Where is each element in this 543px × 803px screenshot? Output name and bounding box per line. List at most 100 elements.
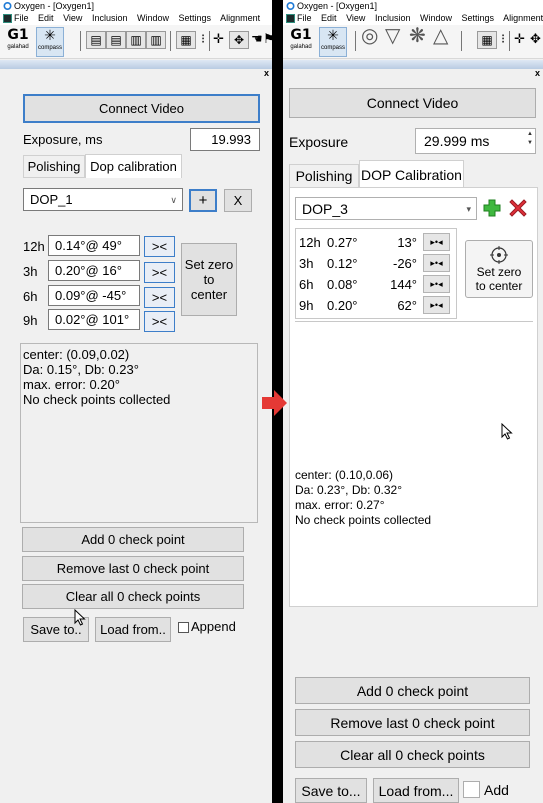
system-menu-icon[interactable] [286, 14, 295, 23]
dop-select[interactable]: DOP_3 ▾ [295, 197, 477, 220]
menu-settings[interactable]: Settings [462, 13, 495, 23]
galahad-mode-button[interactable]: G1 galahad [287, 27, 315, 57]
exposure-input[interactable]: 19.993 [190, 128, 260, 151]
diamond-round-icon[interactable]: ◎ [361, 26, 378, 46]
close-icon[interactable]: x [535, 68, 540, 78]
title-bar: Oxygen - [Oxygen1] [283, 0, 543, 12]
set-zero-to-center-button[interactable]: Set zero to center [181, 243, 237, 316]
menu-window[interactable]: Window [137, 13, 169, 23]
compass-mode-button[interactable]: ✳ compass [319, 27, 347, 57]
compass-icon: ✳ [327, 28, 339, 44]
row-12h-swap-button[interactable]: ▸•◂ [423, 233, 450, 251]
remove-last-check-point-button[interactable]: Remove last 0 check point [295, 709, 530, 736]
menu-inclusion[interactable]: Inclusion [375, 13, 411, 23]
add-check-point-button[interactable]: Add 0 check point [295, 677, 530, 704]
window-title: Oxygen - [Oxygen1] [14, 1, 95, 11]
vertical-bar-icon[interactable]: ⁝ [501, 30, 505, 48]
row-6h-label: 6h [299, 276, 314, 292]
dock-title-bar [0, 60, 272, 69]
row-12h-value: 0.27° [327, 234, 358, 250]
remove-last-check-point-button[interactable]: Remove last 0 check point [22, 556, 244, 581]
menu-window[interactable]: Window [420, 13, 452, 23]
load-from-button[interactable]: Load from.. [95, 617, 171, 642]
save-to-button[interactable]: Save to... [295, 778, 367, 803]
tab-polishing[interactable]: Polishing [289, 164, 359, 188]
set-zero-label: Set zero to center [475, 265, 523, 293]
clear-all-check-points-button[interactable]: Clear all 0 check points [22, 584, 244, 609]
tab-dop-calibration[interactable]: Dop calibration [85, 154, 182, 178]
divider-line [295, 321, 533, 322]
row-6h-value: 0.08° [327, 276, 358, 292]
menu-edit[interactable]: Edit [38, 13, 54, 23]
exposure-input[interactable]: 29.999 ms ▲ ▼ [415, 128, 536, 154]
add-checkbox[interactable] [463, 781, 480, 798]
menu-inclusion[interactable]: Inclusion [92, 13, 128, 23]
hand-icon[interactable]: ☚ [251, 30, 263, 48]
tab-dop-calibration[interactable]: DOP Calibration [359, 160, 464, 188]
layout-1-icon[interactable]: ▤ [86, 31, 106, 49]
row-6h-swap-button[interactable]: ▸•◂ [423, 275, 450, 293]
move-icon[interactable]: ✥ [229, 31, 249, 49]
menu-file[interactable]: File [14, 13, 29, 23]
red-right-arrow-icon [262, 390, 287, 416]
row-9h-swap-button[interactable]: >< [144, 311, 175, 332]
layout-2-icon[interactable]: ▤ [106, 31, 126, 49]
title-bar: Oxygen - [Oxygen1] [0, 0, 272, 12]
crosshair-icon[interactable]: ✛ [514, 30, 525, 48]
menu-view[interactable]: View [63, 13, 82, 23]
remove-dop-button[interactable]: X [224, 189, 252, 212]
swap-arrows-icon: ▸•◂ [430, 299, 443, 310]
tab-polishing[interactable]: Polishing [23, 155, 85, 178]
spinner-arrows-icon[interactable]: ▲ ▼ [526, 130, 534, 148]
diamond-side-icon[interactable]: ▽ [385, 26, 400, 46]
marker-icon[interactable]: ⚑ [263, 30, 272, 48]
menu-alignment[interactable]: Alignment [220, 13, 260, 23]
toolbar-separator [355, 31, 356, 51]
oxygen-app-icon [3, 2, 12, 10]
clear-all-check-points-button[interactable]: Clear all 0 check points [295, 741, 530, 768]
row-6h-swap-button[interactable]: >< [144, 287, 175, 308]
add-check-point-button[interactable]: Add 0 check point [22, 527, 244, 552]
dop-select[interactable]: DOP_1 ∨ [23, 188, 183, 211]
mouse-pointer-icon [74, 609, 86, 626]
set-zero-to-center-button[interactable]: Set zero to center [465, 240, 533, 298]
galahad-mode-button[interactable]: G1 galahad [4, 27, 32, 57]
row-9h-swap-button[interactable]: ▸•◂ [423, 296, 450, 314]
compass-icon: ✳ [44, 28, 56, 44]
row-3h-swap-button[interactable]: >< [144, 262, 175, 283]
row-9h-label: 9h [23, 312, 38, 328]
menu-edit[interactable]: Edit [321, 13, 337, 23]
compass-mode-button[interactable]: ✳ compass [36, 27, 64, 57]
diamond-profile-icon[interactable]: △ [433, 26, 448, 46]
close-icon[interactable]: x [264, 68, 269, 78]
calibration-info-text: center: (0.10,0.06) Da: 0.23°, Db: 0.32°… [295, 468, 432, 527]
move-icon[interactable]: ✥ [530, 30, 541, 48]
append-checkbox[interactable] [178, 622, 189, 633]
layout-4-icon[interactable]: ▥ [146, 31, 166, 49]
system-menu-icon[interactable] [3, 14, 12, 23]
connect-video-button[interactable]: Connect Video [289, 88, 536, 118]
row-3h-angle: -26° [393, 255, 417, 271]
row-3h-swap-button[interactable]: ▸•◂ [423, 254, 450, 272]
add-dop-button[interactable]: + [189, 189, 217, 212]
swap-arrows-icon: ▸•◂ [430, 278, 443, 289]
grid-icon[interactable]: ▦ [477, 31, 497, 49]
menu-alignment[interactable]: Alignment [503, 13, 543, 23]
load-from-button[interactable]: Load from... [373, 778, 459, 803]
grid-icon[interactable]: ▦ [176, 31, 196, 49]
menu-file[interactable]: File [297, 13, 312, 23]
diamond-top-icon[interactable]: ❋ [409, 26, 426, 46]
row-12h-swap-button[interactable]: >< [144, 236, 175, 257]
menu-settings[interactable]: Settings [179, 13, 212, 23]
chevron-down-icon: ▾ [466, 204, 471, 214]
plus-icon[interactable] [482, 197, 502, 219]
cross-icon[interactable] [508, 197, 528, 219]
crosshair-icon[interactable]: ✛ [213, 30, 224, 48]
row-12h-angle: 13° [397, 234, 417, 250]
target-icon [490, 246, 508, 264]
connect-video-button[interactable]: Connect Video [23, 94, 260, 123]
vertical-bar-icon[interactable]: ⁝ [201, 30, 205, 48]
menu-view[interactable]: View [346, 13, 365, 23]
layout-3-icon[interactable]: ▥ [126, 31, 146, 49]
dop-select-value: DOP_1 [30, 192, 73, 207]
